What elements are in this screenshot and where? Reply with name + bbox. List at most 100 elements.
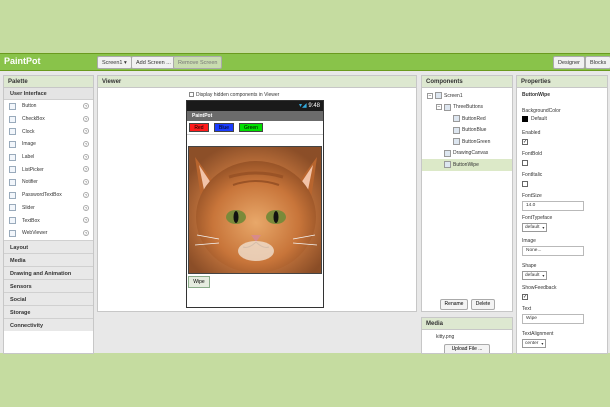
shape-select[interactable]: default ▾ xyxy=(522,271,548,280)
tree-item-buttongreen[interactable]: ButtonGreen xyxy=(422,136,512,148)
enabled-checkbox[interactable]: ✓ xyxy=(522,139,528,145)
palette-categories: Layout Media Drawing and Animation Sensors S… xyxy=(4,239,93,331)
component-icon xyxy=(453,126,460,134)
text-label: Text xyxy=(522,306,532,312)
tree-item-label: ButtonWipe xyxy=(453,161,479,168)
textalign-select[interactable]: center ▾ xyxy=(522,339,547,348)
screen-select[interactable]: Screen1 ▾ xyxy=(97,56,132,69)
palette-item-label: Notifier xyxy=(22,179,38,186)
button-icon xyxy=(9,102,16,110)
properties-title: Properties xyxy=(517,76,607,88)
palette-item-passwordtextbox[interactable]: PasswordTextBox? xyxy=(4,189,93,202)
palette-item-label: CheckBox xyxy=(22,116,45,123)
properties-panel: Properties ButtonWipe BackgroundColor De… xyxy=(516,75,608,354)
palette-item-label: WebViewer xyxy=(22,230,48,237)
media-file[interactable]: kitty.png xyxy=(436,334,454,340)
typeface-select[interactable]: default ▾ xyxy=(522,223,548,232)
media-title: Media xyxy=(422,318,512,330)
collapse-icon[interactable]: − xyxy=(427,92,433,99)
chevron-down-icon: ▾ xyxy=(541,341,544,346)
palette-item-notifier[interactable]: Notifier? xyxy=(4,176,93,189)
palette-item-checkbox[interactable]: CheckBox? xyxy=(4,113,93,126)
help-icon[interactable]: ? xyxy=(83,141,89,148)
help-icon[interactable]: ? xyxy=(83,179,89,186)
palette-section-user-interface[interactable]: User Interface xyxy=(4,88,93,100)
help-icon[interactable]: ? xyxy=(83,191,89,198)
fontsize-input[interactable]: 14.0 xyxy=(522,201,584,211)
textalign-value: center xyxy=(525,341,539,346)
help-icon[interactable]: ? xyxy=(83,115,89,122)
palette-category-connectivity[interactable]: Connectivity xyxy=(4,317,93,331)
hidden-components-toggle[interactable]: Display hidden components in Viewer xyxy=(189,92,279,98)
tree-item-label: ButtonGreen xyxy=(462,138,491,145)
help-icon[interactable]: ? xyxy=(83,128,89,135)
top-bar: PaintPot Screen1 ▾ Add Screen ... Remove… xyxy=(0,54,610,71)
palette-category-sensors[interactable]: Sensors xyxy=(4,278,93,292)
fontitalic-checkbox[interactable] xyxy=(522,181,528,187)
palette-item-label: Clock xyxy=(22,128,35,135)
help-icon[interactable]: ? xyxy=(83,166,89,173)
palette-item-label[interactable]: Label? xyxy=(4,151,93,164)
drawing-canvas[interactable] xyxy=(188,146,322,274)
palette-category-social[interactable]: Social xyxy=(4,291,93,305)
component-icon xyxy=(444,103,451,111)
blocks-button[interactable]: Blocks xyxy=(585,56,610,69)
tree-item-drawingcanvas[interactable]: DrawingCanvas xyxy=(422,148,512,160)
palette-item-label: Image xyxy=(22,141,36,148)
upload-file-button[interactable]: Upload File ... xyxy=(444,344,490,353)
text-input[interactable]: Wipe xyxy=(522,314,584,324)
help-icon[interactable]: ? xyxy=(83,217,89,224)
palette-item-label: TextBox xyxy=(22,217,40,224)
help-icon[interactable]: ? xyxy=(83,153,89,160)
remove-screen-button[interactable]: Remove Screen xyxy=(173,56,223,69)
designer-button[interactable]: Designer xyxy=(553,56,586,69)
rename-button[interactable]: Rename xyxy=(440,299,468,310)
properties-component-name: ButtonWipe xyxy=(522,92,551,98)
showfeedback-checkbox[interactable]: ✓ xyxy=(522,294,528,300)
palette-category-layout[interactable]: Layout xyxy=(4,239,93,253)
image-picker[interactable]: None... xyxy=(522,246,584,256)
hidden-components-checkbox[interactable] xyxy=(189,92,194,98)
palette-item-label: Button xyxy=(22,103,37,110)
media-panel: Media kitty.png Upload File ... xyxy=(421,317,513,354)
palette-title: Palette xyxy=(4,76,93,88)
signal-icon: ▾◢ xyxy=(299,103,307,109)
tree-item-buttonwipe[interactable]: ButtonWipe xyxy=(422,159,512,171)
fontsize-label: FontSize xyxy=(522,193,542,199)
image-label: Image xyxy=(522,238,536,244)
app-window: PaintPot Screen1 ▾ Add Screen ... Remove… xyxy=(0,53,610,354)
tree-item-screen1[interactable]: − Screen1 xyxy=(422,90,512,102)
palette-item-listpicker[interactable]: ListPicker? xyxy=(4,163,93,176)
button-blue[interactable]: Blue xyxy=(214,123,234,132)
button-red[interactable]: Red xyxy=(189,123,209,132)
add-screen-button[interactable]: Add Screen ... xyxy=(131,56,176,69)
wipe-button[interactable]: Wipe xyxy=(188,276,210,288)
palette-category-storage[interactable]: Storage xyxy=(4,304,93,318)
help-icon[interactable]: ? xyxy=(83,204,89,211)
palette-item-textbox[interactable]: TextBox? xyxy=(4,214,93,227)
fontbold-label: FontBold xyxy=(522,151,543,157)
help-icon[interactable]: ? xyxy=(83,229,89,236)
phone-status-bar: ▾◢ 9:48 xyxy=(187,101,323,111)
tree-item-label: DrawingCanvas xyxy=(453,150,489,157)
help-icon[interactable]: ? xyxy=(83,103,89,109)
chevron-down-icon: ▾ xyxy=(542,225,545,230)
tree-item-buttonblue[interactable]: ButtonBlue xyxy=(422,125,512,137)
palette-item-webviewer[interactable]: WebViewer? xyxy=(4,227,93,240)
background-color-picker[interactable]: Default xyxy=(522,116,547,122)
palette-item-slider[interactable]: Slider? xyxy=(4,202,93,215)
tree-item-buttonred[interactable]: ButtonRed xyxy=(422,113,512,125)
fontbold-checkbox[interactable] xyxy=(522,160,528,166)
background-color-label: BackgroundColor xyxy=(522,108,561,114)
palette-category-media[interactable]: Media xyxy=(4,252,93,266)
palette-category-drawing-and-animation[interactable]: Drawing and Animation xyxy=(4,265,93,279)
palette-item-clock[interactable]: Clock? xyxy=(4,125,93,138)
collapse-icon[interactable]: − xyxy=(436,104,442,111)
delete-button[interactable]: Delete xyxy=(471,299,495,310)
tree-item-label: ButtonBlue xyxy=(462,127,487,134)
label-icon xyxy=(9,153,16,161)
tree-item-threebuttons[interactable]: − ThreeButtons xyxy=(422,102,512,114)
palette-item-button[interactable]: Button? xyxy=(4,100,93,113)
button-green[interactable]: Green xyxy=(239,123,263,132)
palette-item-image[interactable]: Image? xyxy=(4,138,93,151)
